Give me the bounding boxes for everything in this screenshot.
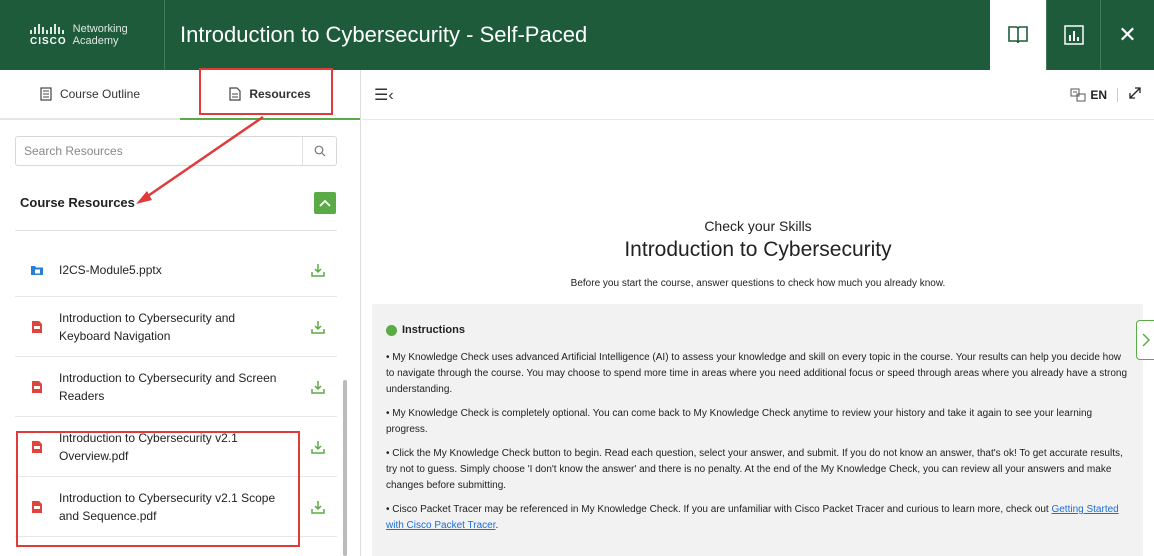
resource-item[interactable]: I2CS-Module5.pptx	[15, 243, 337, 297]
course-resources-heading: Course Resources	[20, 195, 135, 210]
translate-icon	[1070, 88, 1086, 101]
course-title: Introduction to Cybersecurity - Self-Pac…	[180, 22, 588, 47]
pdf-icon	[15, 320, 59, 334]
download-button[interactable]	[299, 380, 337, 394]
fullscreen-button[interactable]	[1128, 86, 1142, 103]
collapse-sidebar-button[interactable]: ☰‹	[374, 85, 394, 105]
expand-icon	[1129, 87, 1141, 99]
resource-name: Introduction to Cybersecurity and Screen…	[59, 370, 277, 403]
resource-list: I2CS-Module5.pptx Introduction to Cybers…	[15, 243, 337, 537]
scrollbar[interactable]	[343, 380, 347, 556]
download-icon	[311, 440, 325, 454]
course-book-button[interactable]	[990, 0, 1046, 70]
cisco-bars-icon	[30, 23, 64, 34]
collapse-section-button[interactable]	[314, 192, 336, 214]
tab-course-outline-label: Course Outline	[59, 87, 141, 101]
download-icon	[311, 320, 325, 334]
pdf-icon	[15, 380, 59, 394]
app-header: CISCO Networking Academy Introduction to…	[0, 0, 1154, 70]
instructions-box: Instructions • My Knowledge Check uses a…	[372, 304, 1143, 556]
resource-item[interactable]: Introduction to Cybersecurity v2.1 Overv…	[15, 417, 337, 477]
logo-subtitle: Networking Academy	[73, 23, 128, 47]
download-icon	[311, 500, 325, 514]
pdf-icon	[15, 500, 59, 514]
content-toolbar: ☰‹ EN	[362, 70, 1154, 120]
instruction-bullet-end: .	[495, 520, 499, 531]
instruction-bullet: • My Knowledge Check is completely optio…	[386, 408, 1093, 435]
download-icon	[311, 380, 325, 394]
download-button[interactable]	[299, 440, 337, 454]
resources-panel: Course Outline Resources Course Resour	[0, 70, 361, 556]
book-icon	[1008, 26, 1028, 44]
instructions-heading-text: Instructions	[402, 324, 465, 336]
check-title: Introduction to Cybersecurity	[624, 238, 892, 261]
instruction-bullet: • Click the My Knowledge Check button to…	[386, 448, 1123, 491]
resource-item[interactable]: Introduction to Cybersecurity and Keyboa…	[15, 297, 337, 357]
check-description: Before you start the course, answer ques…	[570, 278, 946, 289]
download-button[interactable]	[299, 263, 337, 277]
resource-name: Introduction to Cybersecurity v2.1 Overv…	[59, 430, 238, 463]
download-button[interactable]	[299, 500, 337, 514]
chevron-right-icon	[1141, 333, 1150, 347]
document-icon	[229, 87, 241, 101]
chevron-up-icon	[319, 199, 331, 207]
pdf-icon	[15, 440, 59, 454]
panel-tabs: Course Outline Resources	[0, 70, 360, 120]
cisco-wordmark: CISCO	[30, 35, 67, 47]
grades-button[interactable]	[1046, 0, 1100, 70]
app-window: CISCO Networking Academy Introduction to…	[0, 0, 1154, 556]
content-panel: ☰‹ EN Check your Skills Introduction to …	[362, 70, 1154, 556]
instruction-bullet: • My Knowledge Check uses advanced Artif…	[386, 352, 1128, 395]
instruction-bullet: • Cisco Packet Tracer may be referenced …	[386, 502, 1129, 534]
resource-name: Introduction to Cybersecurity and Keyboa…	[59, 310, 236, 343]
close-icon: ✕	[1118, 22, 1137, 47]
instructions-heading: Instructions	[386, 324, 1129, 336]
check-subtitle: Check your Skills	[704, 218, 812, 234]
language-label: EN	[1090, 87, 1107, 102]
bar-chart-icon	[1063, 25, 1084, 45]
search-box	[15, 136, 337, 166]
instruction-bullet-text: • Cisco Packet Tracer may be referenced …	[386, 504, 1052, 515]
resource-item[interactable]: Introduction to Cybersecurity and Screen…	[15, 357, 337, 417]
close-button[interactable]: ✕	[1100, 0, 1154, 70]
search-icon	[314, 145, 325, 157]
logo-line-1: Networking	[72, 23, 128, 35]
language-selector[interactable]: EN	[1070, 88, 1107, 102]
tab-course-outline[interactable]: Course Outline	[0, 70, 180, 118]
logo-line-2: Academy	[72, 35, 119, 47]
resource-name: Introduction to Cybersecurity v2.1 Scope…	[59, 490, 276, 523]
resource-item[interactable]: Introduction to Cybersecurity v2.1 Scope…	[15, 477, 337, 537]
info-icon	[386, 324, 397, 336]
search-button[interactable]	[302, 137, 336, 165]
folder-file-icon	[15, 263, 59, 277]
tab-resources-label: Resources	[249, 87, 311, 101]
search-input[interactable]	[16, 144, 302, 158]
download-icon	[311, 263, 325, 277]
list-icon	[40, 87, 52, 101]
download-button[interactable]	[299, 320, 337, 334]
section-divider	[15, 230, 337, 231]
cisco-logo[interactable]: CISCO Networking Academy	[0, 0, 165, 70]
next-page-button[interactable]	[1136, 320, 1154, 360]
knowledge-check-content: Check your Skills Introduction to Cybers…	[362, 121, 1154, 556]
toolbar-separator	[1117, 87, 1118, 102]
cisco-logo-mark: CISCO	[30, 23, 67, 47]
tab-resources[interactable]: Resources	[180, 70, 360, 120]
resource-name: I2CS-Module5.pptx	[59, 262, 162, 277]
